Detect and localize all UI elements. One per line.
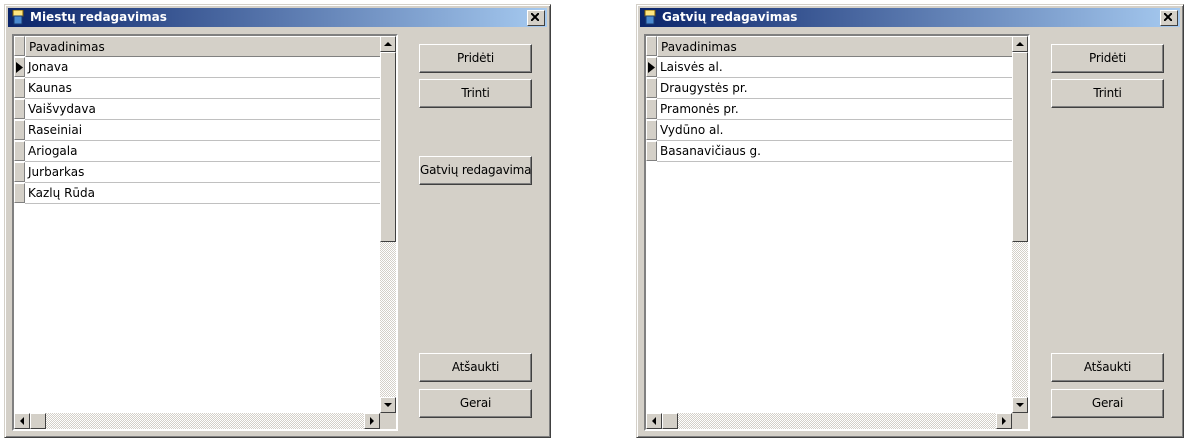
scroll-corner bbox=[380, 413, 396, 429]
row-indicator[interactable] bbox=[646, 141, 657, 161]
header-indicator bbox=[14, 36, 25, 56]
grid-header-row: Pavadinimas bbox=[646, 36, 1013, 57]
app-icon bbox=[644, 10, 656, 25]
arrow-right-icon bbox=[370, 417, 374, 425]
row-indicator[interactable] bbox=[14, 141, 25, 161]
vertical-scrollbar[interactable] bbox=[380, 36, 396, 413]
grid-body: Pavadinimas Laisvės al. Draugystės pr. P… bbox=[646, 36, 1013, 162]
arrow-up-icon bbox=[384, 42, 392, 46]
add-button[interactable]: Pridėti bbox=[1051, 44, 1164, 73]
horizontal-scroll-thumb[interactable] bbox=[30, 413, 46, 429]
title-bar[interactable]: Miestų redagavimas bbox=[8, 8, 547, 27]
row-pointer-icon bbox=[16, 62, 23, 73]
title-bar[interactable]: Gatvių redagavimas bbox=[640, 8, 1180, 27]
cities-edit-window: Miestų redagavimas Pavadinimas Jonava Ka… bbox=[4, 4, 551, 438]
table-row[interactable]: Laisvės al. bbox=[646, 57, 1013, 78]
scroll-corner bbox=[1012, 413, 1028, 429]
delete-button[interactable]: Trinti bbox=[419, 79, 532, 108]
arrow-down-icon bbox=[1016, 403, 1024, 407]
cities-grid[interactable]: Pavadinimas Jonava Kaunas Vaišvydava Ras… bbox=[12, 34, 398, 431]
arrow-left-icon bbox=[652, 417, 656, 425]
table-cell[interactable]: Raseiniai bbox=[25, 120, 381, 141]
row-indicator[interactable] bbox=[14, 99, 25, 119]
table-cell[interactable]: Kazlų Rūda bbox=[25, 183, 381, 204]
row-indicator[interactable] bbox=[646, 120, 657, 140]
arrow-left-icon bbox=[20, 417, 24, 425]
cancel-button[interactable]: Atšaukti bbox=[1051, 353, 1164, 382]
window-title: Gatvių redagavimas bbox=[662, 10, 798, 24]
table-cell[interactable]: Kaunas bbox=[25, 78, 381, 99]
row-indicator[interactable] bbox=[646, 78, 657, 98]
scroll-right-button[interactable] bbox=[996, 413, 1012, 429]
close-button[interactable] bbox=[1160, 10, 1178, 26]
row-indicator[interactable] bbox=[14, 162, 25, 182]
cancel-button[interactable]: Atšaukti bbox=[419, 353, 532, 382]
header-indicator bbox=[646, 36, 657, 56]
vertical-scrollbar[interactable] bbox=[1012, 36, 1028, 413]
row-indicator[interactable] bbox=[646, 57, 657, 77]
table-row[interactable]: Ariogala bbox=[14, 141, 381, 162]
window-title: Miestų redagavimas bbox=[30, 10, 167, 24]
row-indicator[interactable] bbox=[14, 57, 25, 77]
scroll-left-button[interactable] bbox=[14, 413, 30, 429]
scroll-left-button[interactable] bbox=[646, 413, 662, 429]
add-button[interactable]: Pridėti bbox=[419, 44, 532, 73]
table-row[interactable]: Draugystės pr. bbox=[646, 78, 1013, 99]
table-row[interactable]: Jurbarkas bbox=[14, 162, 381, 183]
table-cell[interactable]: Jonava bbox=[25, 57, 381, 78]
table-row[interactable]: Pramonės pr. bbox=[646, 99, 1013, 120]
scroll-right-button[interactable] bbox=[364, 413, 380, 429]
table-row[interactable]: Kazlų Rūda bbox=[14, 183, 381, 204]
arrow-up-icon bbox=[1016, 42, 1024, 46]
scroll-up-button[interactable] bbox=[1012, 36, 1028, 52]
arrow-down-icon bbox=[384, 403, 392, 407]
streets-grid[interactable]: Pavadinimas Laisvės al. Draugystės pr. P… bbox=[644, 34, 1030, 431]
table-cell[interactable]: Vaišvydava bbox=[25, 99, 381, 120]
table-row[interactable]: Vydūno al. bbox=[646, 120, 1013, 141]
ok-button[interactable]: Gerai bbox=[1051, 389, 1164, 418]
table-row[interactable]: Kaunas bbox=[14, 78, 381, 99]
row-indicator[interactable] bbox=[14, 78, 25, 98]
row-indicator[interactable] bbox=[14, 183, 25, 203]
grid-header-row: Pavadinimas bbox=[14, 36, 381, 57]
close-icon bbox=[1164, 13, 1172, 21]
scroll-down-button[interactable] bbox=[380, 397, 396, 413]
horizontal-scrollbar[interactable] bbox=[14, 413, 380, 429]
streets-edit-window: Gatvių redagavimas Pavadinimas Laisvės a… bbox=[636, 4, 1184, 438]
close-button[interactable] bbox=[527, 10, 545, 26]
table-cell[interactable]: Ariogala bbox=[25, 141, 381, 162]
grid-body: Pavadinimas Jonava Kaunas Vaišvydava Ras… bbox=[14, 36, 381, 204]
scroll-down-button[interactable] bbox=[1012, 397, 1028, 413]
vertical-scroll-thumb[interactable] bbox=[380, 52, 396, 242]
horizontal-scroll-thumb[interactable] bbox=[662, 413, 678, 429]
horizontal-scrollbar[interactable] bbox=[646, 413, 1012, 429]
delete-button[interactable]: Trinti bbox=[1051, 79, 1164, 108]
table-row[interactable]: Raseiniai bbox=[14, 120, 381, 141]
scroll-up-button[interactable] bbox=[380, 36, 396, 52]
close-icon bbox=[531, 13, 539, 21]
table-cell[interactable]: Pramonės pr. bbox=[657, 99, 1013, 120]
row-indicator[interactable] bbox=[14, 120, 25, 140]
row-pointer-icon bbox=[648, 62, 655, 73]
edit-streets-button[interactable]: Gatvių redagavimas bbox=[419, 156, 532, 185]
table-cell[interactable]: Jurbarkas bbox=[25, 162, 381, 183]
arrow-right-icon bbox=[1002, 417, 1006, 425]
column-header-name[interactable]: Pavadinimas bbox=[25, 36, 381, 57]
table-row[interactable]: Basanavičiaus g. bbox=[646, 141, 1013, 162]
table-cell[interactable]: Vydūno al. bbox=[657, 120, 1013, 141]
table-row[interactable]: Jonava bbox=[14, 57, 381, 78]
table-cell[interactable]: Draugystės pr. bbox=[657, 78, 1013, 99]
table-cell[interactable]: Basanavičiaus g. bbox=[657, 141, 1013, 162]
row-indicator[interactable] bbox=[646, 99, 657, 119]
column-header-name[interactable]: Pavadinimas bbox=[657, 36, 1013, 57]
table-cell[interactable]: Laisvės al. bbox=[657, 57, 1013, 78]
table-row[interactable]: Vaišvydava bbox=[14, 99, 381, 120]
app-icon bbox=[12, 10, 24, 25]
ok-button[interactable]: Gerai bbox=[419, 389, 532, 418]
vertical-scroll-thumb[interactable] bbox=[1012, 52, 1028, 242]
